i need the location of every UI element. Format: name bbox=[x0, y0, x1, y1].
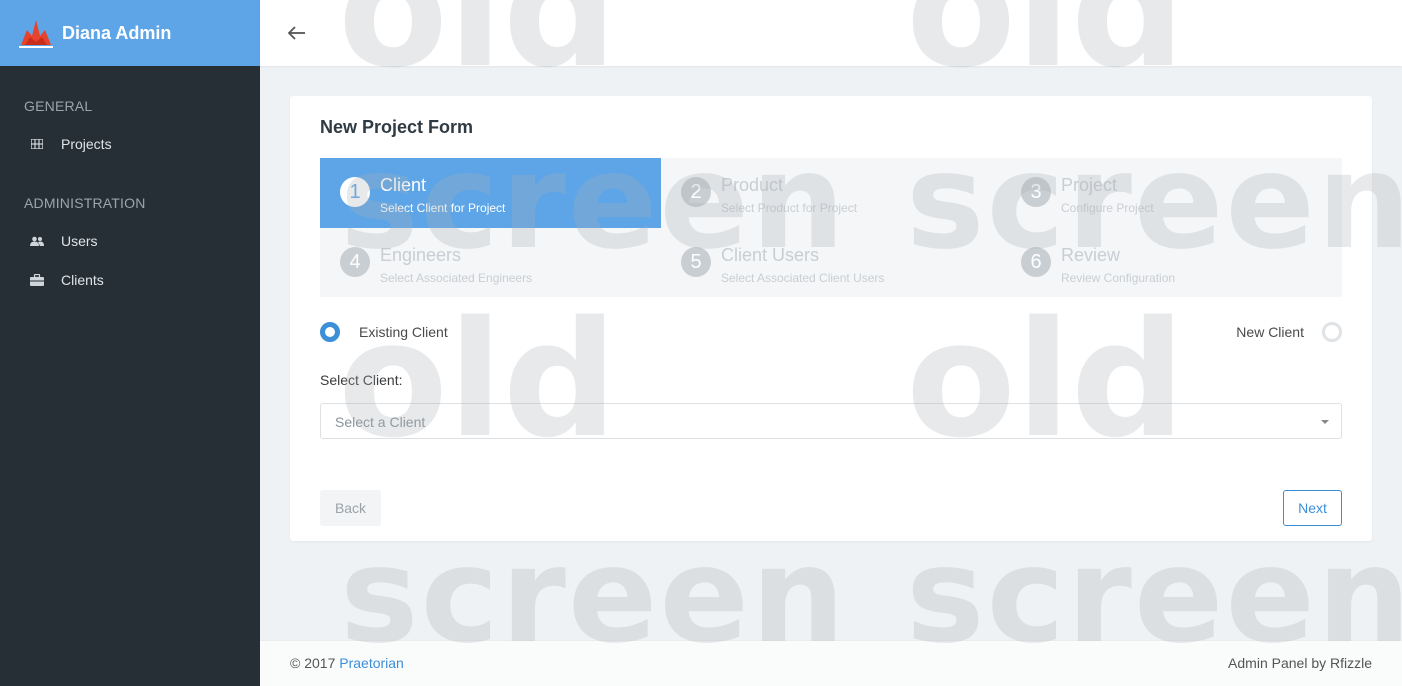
step-subtitle: Select Associated Client Users bbox=[721, 271, 885, 285]
step-title: Client bbox=[380, 175, 427, 195]
step-client[interactable]: 1 Client Select Client for Project bbox=[320, 158, 661, 228]
step-number: 1 bbox=[340, 177, 370, 207]
new-project-card: New Project Form 1 Client Select Client … bbox=[290, 96, 1372, 541]
step-product[interactable]: 2 Product Select Product for Project bbox=[661, 158, 1002, 228]
praetorian-link[interactable]: Praetorian bbox=[339, 655, 404, 671]
back-button[interactable]: Back bbox=[320, 490, 381, 526]
step-number: 6 bbox=[1021, 247, 1051, 277]
brand-bar[interactable]: Diana Admin bbox=[0, 0, 260, 66]
step-number: 3 bbox=[1021, 177, 1051, 207]
client-select-placeholder: Select a Client bbox=[335, 414, 426, 430]
footer: © 2017 Praetorian Admin Panel by Rfizzle bbox=[260, 640, 1402, 686]
next-button[interactable]: Next bbox=[1283, 490, 1342, 526]
step-number: 4 bbox=[340, 247, 370, 277]
existing-client-label[interactable]: Existing Client bbox=[359, 324, 448, 340]
select-client-label: Select Client: bbox=[320, 372, 403, 388]
grid-icon bbox=[30, 137, 44, 151]
wizard-steps: 1 Client Select Client for Project 2 Pro… bbox=[320, 158, 1342, 297]
step-client-users[interactable]: 5 Client Users Select Associated Client … bbox=[661, 228, 1002, 298]
sidebar-item-clients[interactable]: Clients bbox=[0, 268, 260, 292]
sidebar-item-users[interactable]: Users bbox=[0, 229, 260, 253]
page-title: New Project Form bbox=[320, 117, 474, 137]
step-engineers[interactable]: 4 Engineers Select Associated Engineers bbox=[320, 228, 661, 298]
nav-section-general: GENERAL bbox=[24, 98, 93, 114]
step-review[interactable]: 6 Review Review Configuration bbox=[1001, 228, 1342, 298]
briefcase-icon bbox=[30, 273, 44, 287]
new-client-label[interactable]: New Client bbox=[1236, 324, 1304, 340]
step-subtitle: Configure Project bbox=[1061, 201, 1154, 215]
step-subtitle: Select Client for Project bbox=[380, 201, 506, 215]
footer-copyright: © 2017 Praetorian bbox=[290, 655, 404, 671]
arrow-left-icon[interactable] bbox=[286, 22, 308, 44]
step-title: Project bbox=[1061, 175, 1118, 195]
sidebar-item-label: Users bbox=[61, 233, 98, 249]
sidebar-item-projects[interactable]: Projects bbox=[0, 132, 260, 156]
sidebar: Diana Admin GENERAL Projects ADMINISTRAT… bbox=[0, 0, 260, 686]
copyright-text: © 2017 bbox=[290, 655, 340, 671]
footer-credit: Admin Panel by Rfizzle bbox=[1228, 655, 1372, 671]
users-icon bbox=[30, 234, 44, 248]
topbar bbox=[260, 0, 1402, 66]
flame-logo-icon bbox=[19, 18, 53, 48]
step-title: Client Users bbox=[721, 245, 820, 265]
client-type-radio-group: Existing Client New Client bbox=[320, 322, 1342, 342]
step-project[interactable]: 3 Project Configure Project bbox=[1001, 158, 1342, 228]
step-title: Review bbox=[1061, 245, 1121, 265]
client-select[interactable]: Select a Client bbox=[320, 403, 1342, 439]
step-number: 2 bbox=[681, 177, 711, 207]
new-client-radio[interactable] bbox=[1322, 322, 1342, 342]
sidebar-item-label: Projects bbox=[61, 136, 112, 152]
sidebar-item-label: Clients bbox=[61, 272, 104, 288]
step-title: Product bbox=[721, 175, 784, 195]
step-subtitle: Select Product for Project bbox=[721, 201, 858, 215]
step-number: 5 bbox=[681, 247, 711, 277]
nav-section-administration: ADMINISTRATION bbox=[24, 195, 146, 211]
step-subtitle: Review Configuration bbox=[1061, 271, 1176, 285]
step-title: Engineers bbox=[380, 245, 462, 265]
step-subtitle: Select Associated Engineers bbox=[380, 271, 533, 285]
brand-title: Diana Admin bbox=[62, 22, 172, 43]
caret-down-icon bbox=[1321, 420, 1329, 424]
existing-client-radio[interactable] bbox=[320, 322, 340, 342]
